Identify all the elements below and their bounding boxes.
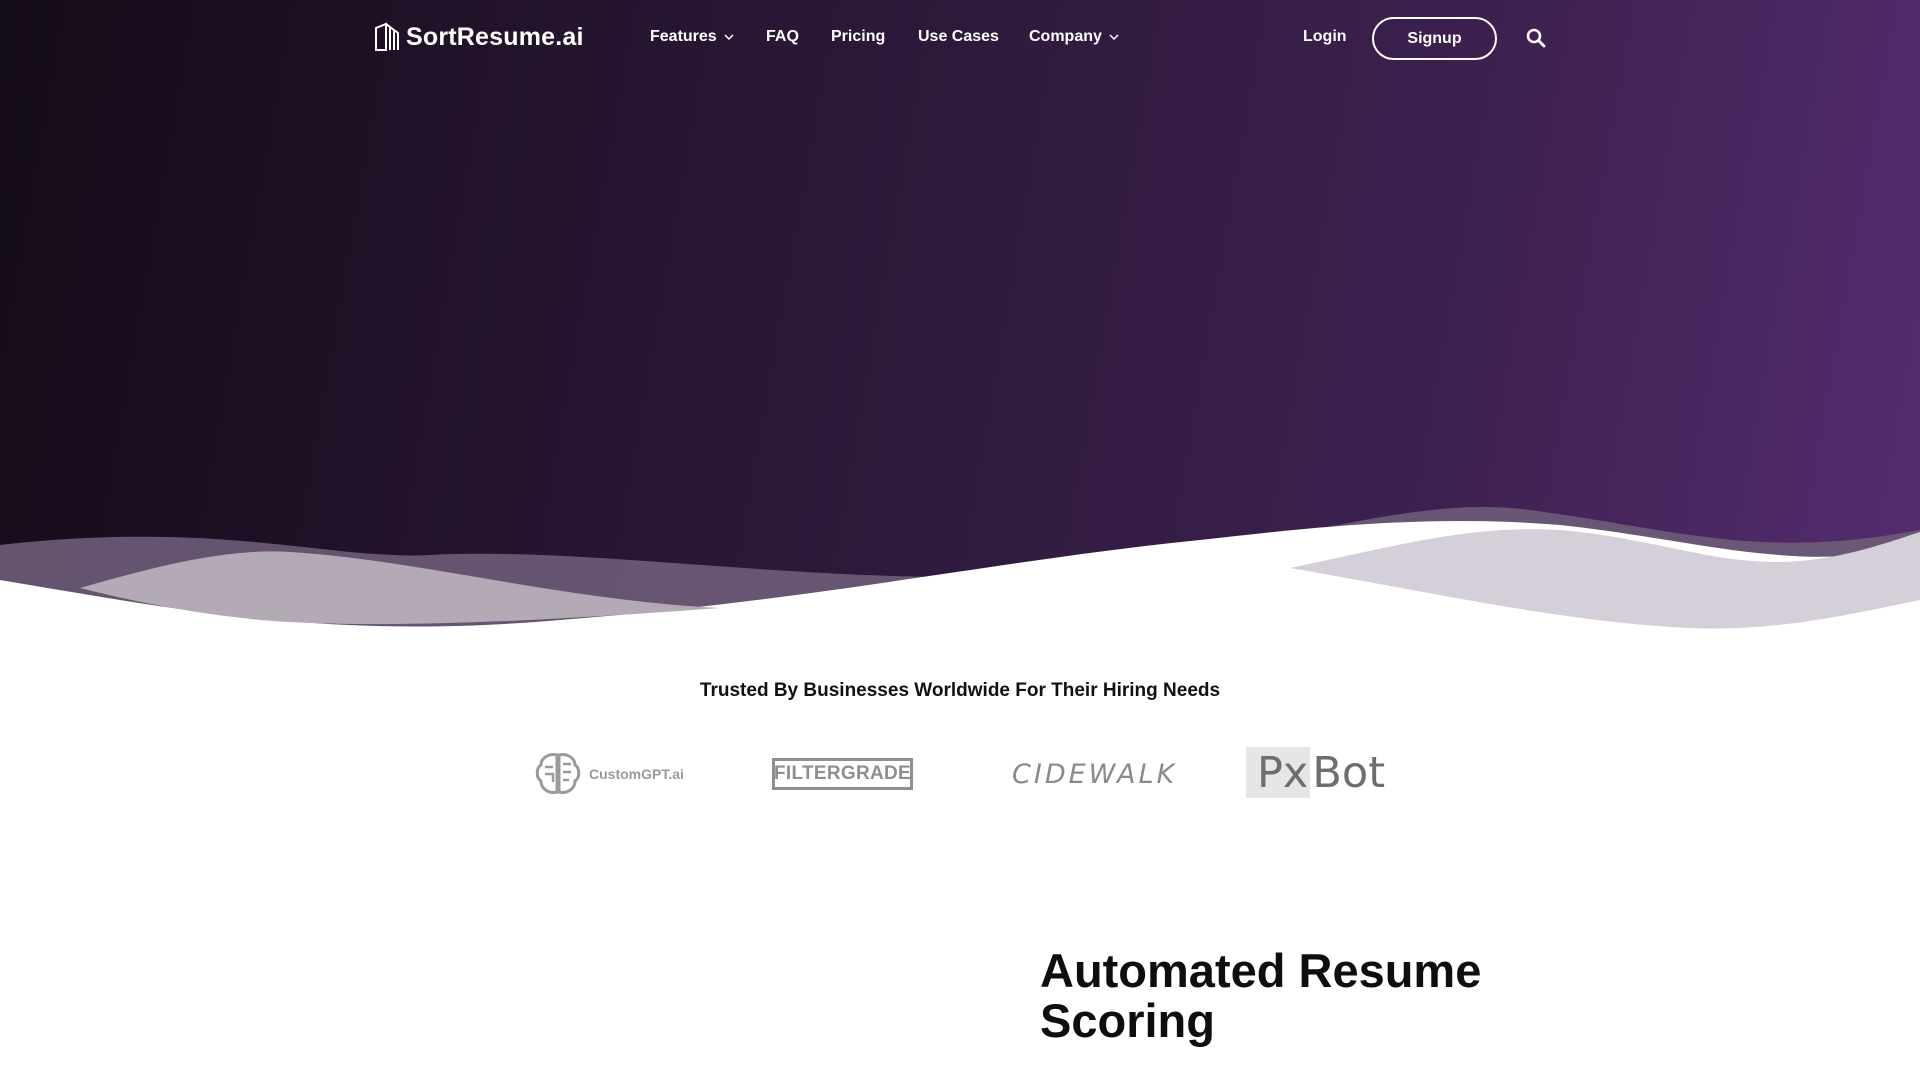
trusted-heading: Trusted By Businesses Worldwide For Thei… [699,680,1221,701]
logo-filtergrade: FILTERGRADE [772,758,913,790]
nav-pricing-label: Pricing [831,28,886,45]
login-label: Login [1303,28,1347,45]
client-logos: CustomGPT.ai FILTERGRADE CIDEWALK Px Bot [0,745,1920,805]
nav-use-cases[interactable]: Use Cases [918,28,999,46]
nav-features[interactable]: Features [650,28,734,46]
logo-customgpt-text: CustomGPT.ai [589,766,684,782]
chevron-down-icon [1109,34,1119,41]
chevron-down-icon [724,34,734,41]
book-stack-icon [375,22,399,51]
brand-name: SortResume.ai [406,22,584,51]
nav-company[interactable]: Company [1029,28,1119,46]
hero-waves [0,507,1920,640]
logo-pxbot-bot: Bot [1312,747,1386,798]
logo-customgpt: CustomGPT.ai [535,752,684,796]
login-link[interactable]: Login [1303,28,1347,46]
nav-use-cases-label: Use Cases [918,28,999,45]
nav-faq-label: FAQ [766,28,799,45]
nav-pricing[interactable]: Pricing [831,28,885,46]
top-nav: SortResume.ai Features FAQ Pricing Use C… [0,0,1920,78]
nav-faq[interactable]: FAQ [766,28,799,46]
brain-icon [535,753,581,794]
brand-logo[interactable]: SortResume.ai [374,22,584,52]
logo-pxbot: Px Bot [1246,747,1385,798]
nav-company-label: Company [1029,28,1102,45]
logo-pxbot-px: Px [1246,747,1311,798]
search-icon[interactable] [1526,28,1546,48]
section-heading: Automated Resume Scoring [1040,944,1482,1047]
signup-button[interactable]: Signup [1372,17,1497,60]
nav-features-label: Features [650,28,717,45]
logo-cidewalk: CIDEWALK [1012,759,1178,790]
